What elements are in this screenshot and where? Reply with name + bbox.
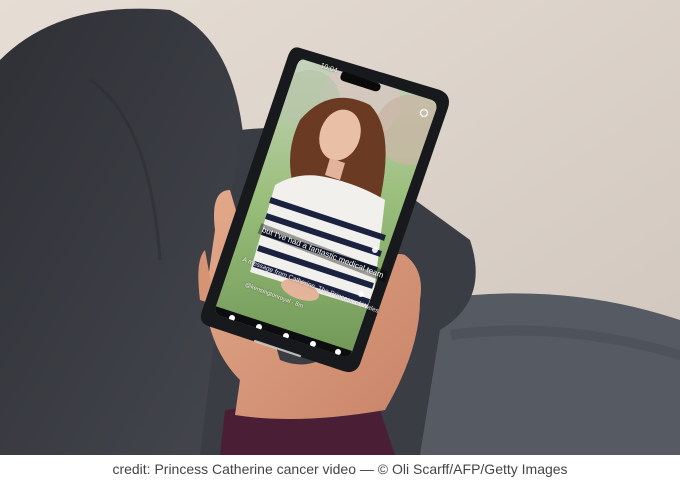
image-credit-caption: credit: Princess Catherine cancer video … xyxy=(112,461,568,477)
photo-scene: 10:04 but I've had a fantastic medical t… xyxy=(0,0,680,455)
